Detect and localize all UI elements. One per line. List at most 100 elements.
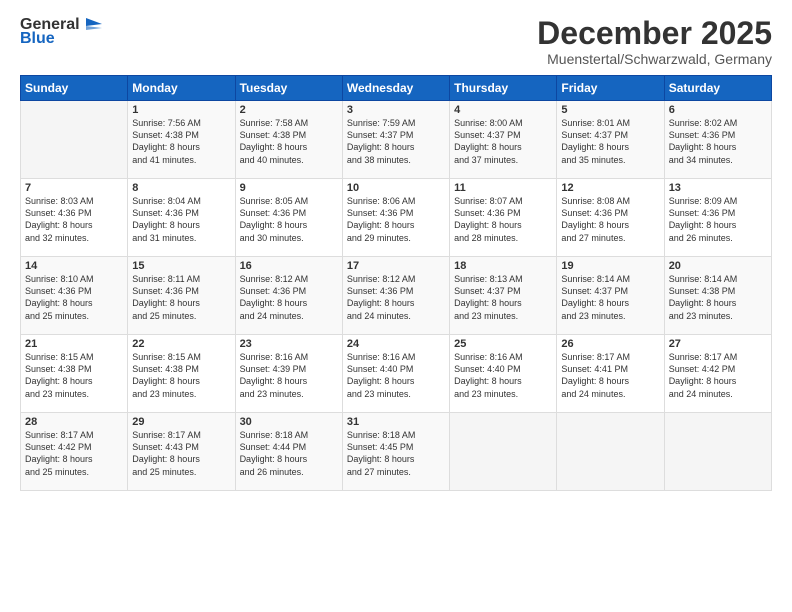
day-number: 26 (561, 338, 659, 350)
day-number: 29 (132, 416, 230, 428)
day-header-thursday: Thursday (450, 76, 557, 101)
calendar-day-13: 13Sunrise: 8:09 AMSunset: 4:36 PMDayligh… (664, 179, 771, 257)
calendar-day-25: 25Sunrise: 8:16 AMSunset: 4:40 PMDayligh… (450, 335, 557, 413)
day-number: 13 (669, 182, 767, 194)
calendar-day-15: 15Sunrise: 8:11 AMSunset: 4:36 PMDayligh… (128, 257, 235, 335)
day-number: 17 (347, 260, 445, 272)
day-content: Sunrise: 8:07 AMSunset: 4:36 PMDaylight:… (454, 195, 552, 244)
day-content: Sunrise: 8:09 AMSunset: 4:36 PMDaylight:… (669, 195, 767, 244)
day-number: 15 (132, 260, 230, 272)
day-content: Sunrise: 8:12 AMSunset: 4:36 PMDaylight:… (240, 273, 338, 322)
calendar-day-31: 31Sunrise: 8:18 AMSunset: 4:45 PMDayligh… (342, 413, 449, 491)
calendar-day-11: 11Sunrise: 8:07 AMSunset: 4:36 PMDayligh… (450, 179, 557, 257)
day-number: 27 (669, 338, 767, 350)
day-number: 1 (132, 104, 230, 116)
calendar-week-row: 1Sunrise: 7:56 AMSunset: 4:38 PMDaylight… (21, 101, 772, 179)
calendar-day-8: 8Sunrise: 8:04 AMSunset: 4:36 PMDaylight… (128, 179, 235, 257)
day-content: Sunrise: 8:17 AMSunset: 4:42 PMDaylight:… (25, 429, 123, 478)
day-content: Sunrise: 8:08 AMSunset: 4:36 PMDaylight:… (561, 195, 659, 244)
calendar-day-20: 20Sunrise: 8:14 AMSunset: 4:38 PMDayligh… (664, 257, 771, 335)
calendar-day-14: 14Sunrise: 8:10 AMSunset: 4:36 PMDayligh… (21, 257, 128, 335)
day-content: Sunrise: 8:14 AMSunset: 4:38 PMDaylight:… (669, 273, 767, 322)
calendar-subtitle: Muenstertal/Schwarzwald, Germany (537, 51, 772, 67)
empty-cell (557, 413, 664, 491)
day-header-friday: Friday (557, 76, 664, 101)
day-number: 5 (561, 104, 659, 116)
day-content: Sunrise: 8:16 AMSunset: 4:39 PMDaylight:… (240, 351, 338, 400)
day-content: Sunrise: 8:13 AMSunset: 4:37 PMDaylight:… (454, 273, 552, 322)
day-content: Sunrise: 8:04 AMSunset: 4:36 PMDaylight:… (132, 195, 230, 244)
day-number: 24 (347, 338, 445, 350)
day-number: 10 (347, 182, 445, 194)
calendar-week-row: 21Sunrise: 8:15 AMSunset: 4:38 PMDayligh… (21, 335, 772, 413)
empty-cell (450, 413, 557, 491)
day-number: 28 (25, 416, 123, 428)
calendar-title: December 2025 (537, 16, 772, 51)
day-content: Sunrise: 8:12 AMSunset: 4:36 PMDaylight:… (347, 273, 445, 322)
header: General Blue December 2025 Muenstertal/S… (20, 16, 772, 67)
calendar-day-27: 27Sunrise: 8:17 AMSunset: 4:42 PMDayligh… (664, 335, 771, 413)
calendar-table: SundayMondayTuesdayWednesdayThursdayFrid… (20, 75, 772, 491)
calendar-day-3: 3Sunrise: 7:59 AMSunset: 4:37 PMDaylight… (342, 101, 449, 179)
day-number: 30 (240, 416, 338, 428)
day-content: Sunrise: 7:59 AMSunset: 4:37 PMDaylight:… (347, 117, 445, 166)
empty-cell (664, 413, 771, 491)
calendar-day-17: 17Sunrise: 8:12 AMSunset: 4:36 PMDayligh… (342, 257, 449, 335)
calendar-day-26: 26Sunrise: 8:17 AMSunset: 4:41 PMDayligh… (557, 335, 664, 413)
day-content: Sunrise: 8:14 AMSunset: 4:37 PMDaylight:… (561, 273, 659, 322)
calendar-header-row: SundayMondayTuesdayWednesdayThursdayFrid… (21, 76, 772, 101)
day-content: Sunrise: 8:18 AMSunset: 4:45 PMDaylight:… (347, 429, 445, 478)
calendar-week-row: 28Sunrise: 8:17 AMSunset: 4:42 PMDayligh… (21, 413, 772, 491)
page: General Blue December 2025 Muenstertal/S… (0, 0, 792, 612)
calendar-day-12: 12Sunrise: 8:08 AMSunset: 4:36 PMDayligh… (557, 179, 664, 257)
calendar-day-10: 10Sunrise: 8:06 AMSunset: 4:36 PMDayligh… (342, 179, 449, 257)
calendar-day-30: 30Sunrise: 8:18 AMSunset: 4:44 PMDayligh… (235, 413, 342, 491)
day-number: 11 (454, 182, 552, 194)
day-header-monday: Monday (128, 76, 235, 101)
logo-blue: Blue (20, 30, 55, 48)
day-number: 16 (240, 260, 338, 272)
day-number: 22 (132, 338, 230, 350)
calendar-day-7: 7Sunrise: 8:03 AMSunset: 4:36 PMDaylight… (21, 179, 128, 257)
day-content: Sunrise: 8:05 AMSunset: 4:36 PMDaylight:… (240, 195, 338, 244)
day-number: 19 (561, 260, 659, 272)
calendar-week-row: 14Sunrise: 8:10 AMSunset: 4:36 PMDayligh… (21, 257, 772, 335)
day-header-wednesday: Wednesday (342, 76, 449, 101)
day-content: Sunrise: 8:18 AMSunset: 4:44 PMDaylight:… (240, 429, 338, 478)
calendar-day-9: 9Sunrise: 8:05 AMSunset: 4:36 PMDaylight… (235, 179, 342, 257)
calendar-day-28: 28Sunrise: 8:17 AMSunset: 4:42 PMDayligh… (21, 413, 128, 491)
calendar-day-18: 18Sunrise: 8:13 AMSunset: 4:37 PMDayligh… (450, 257, 557, 335)
day-number: 4 (454, 104, 552, 116)
day-header-sunday: Sunday (21, 76, 128, 101)
calendar-day-23: 23Sunrise: 8:16 AMSunset: 4:39 PMDayligh… (235, 335, 342, 413)
calendar-day-22: 22Sunrise: 8:15 AMSunset: 4:38 PMDayligh… (128, 335, 235, 413)
calendar-day-21: 21Sunrise: 8:15 AMSunset: 4:38 PMDayligh… (21, 335, 128, 413)
logo-icon (82, 16, 106, 34)
day-content: Sunrise: 7:58 AMSunset: 4:38 PMDaylight:… (240, 117, 338, 166)
day-number: 25 (454, 338, 552, 350)
title-block: December 2025 Muenstertal/Schwarzwald, G… (537, 16, 772, 67)
day-number: 12 (561, 182, 659, 194)
calendar-day-1: 1Sunrise: 7:56 AMSunset: 4:38 PMDaylight… (128, 101, 235, 179)
day-number: 31 (347, 416, 445, 428)
day-content: Sunrise: 8:01 AMSunset: 4:37 PMDaylight:… (561, 117, 659, 166)
day-number: 6 (669, 104, 767, 116)
day-content: Sunrise: 8:06 AMSunset: 4:36 PMDaylight:… (347, 195, 445, 244)
calendar-day-16: 16Sunrise: 8:12 AMSunset: 4:36 PMDayligh… (235, 257, 342, 335)
day-content: Sunrise: 8:15 AMSunset: 4:38 PMDaylight:… (25, 351, 123, 400)
calendar-day-2: 2Sunrise: 7:58 AMSunset: 4:38 PMDaylight… (235, 101, 342, 179)
calendar-day-4: 4Sunrise: 8:00 AMSunset: 4:37 PMDaylight… (450, 101, 557, 179)
day-number: 8 (132, 182, 230, 194)
day-header-saturday: Saturday (664, 76, 771, 101)
day-content: Sunrise: 8:16 AMSunset: 4:40 PMDaylight:… (347, 351, 445, 400)
calendar-day-24: 24Sunrise: 8:16 AMSunset: 4:40 PMDayligh… (342, 335, 449, 413)
day-number: 18 (454, 260, 552, 272)
day-content: Sunrise: 8:00 AMSunset: 4:37 PMDaylight:… (454, 117, 552, 166)
calendar-day-6: 6Sunrise: 8:02 AMSunset: 4:36 PMDaylight… (664, 101, 771, 179)
day-number: 14 (25, 260, 123, 272)
day-content: Sunrise: 8:02 AMSunset: 4:36 PMDaylight:… (669, 117, 767, 166)
day-content: Sunrise: 8:11 AMSunset: 4:36 PMDaylight:… (132, 273, 230, 322)
day-content: Sunrise: 7:56 AMSunset: 4:38 PMDaylight:… (132, 117, 230, 166)
calendar-day-19: 19Sunrise: 8:14 AMSunset: 4:37 PMDayligh… (557, 257, 664, 335)
logo: General Blue (20, 16, 106, 48)
